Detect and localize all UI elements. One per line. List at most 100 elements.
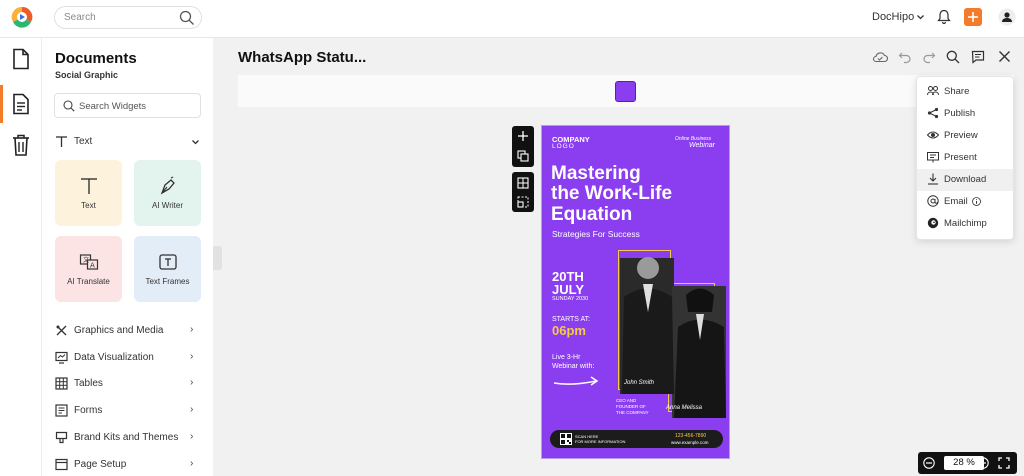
undo-icon[interactable] <box>898 50 912 64</box>
resize-icon[interactable] <box>517 196 529 208</box>
search-input[interactable]: Search <box>54 6 202 29</box>
chevron-right-icon[interactable]: › <box>190 377 193 388</box>
add-page-icon[interactable] <box>517 130 529 142</box>
menu-label: Present <box>944 152 977 163</box>
panel-collapse-handle[interactable] <box>213 246 222 270</box>
text-icon <box>81 178 97 194</box>
share-menu: Share Publish Preview Present Download E… <box>916 76 1014 240</box>
form-icon <box>55 404 68 417</box>
poster-logo: LOGO <box>552 143 575 150</box>
workspace-name[interactable]: DocHipo <box>872 11 914 23</box>
zoom-control: 28 % <box>918 452 1017 474</box>
tile-label: AI Translate <box>67 277 110 286</box>
eye-icon <box>927 131 939 139</box>
speaker-name-2: Anna Melissa <box>666 405 703 411</box>
section-label: Graphics and Media <box>74 325 164 336</box>
chevron-right-icon[interactable]: › <box>190 351 193 362</box>
menu-item-mailchimp[interactable]: Mailchimp <box>917 213 1013 235</box>
poster-site: www.example.com <box>671 440 709 445</box>
speaker-name-1: John Smith <box>624 380 655 386</box>
mailchimp-icon <box>927 217 939 229</box>
poster-starts-label: STARTS AT: <box>552 316 591 323</box>
fullscreen-icon[interactable] <box>998 457 1010 469</box>
zoom-out-icon[interactable] <box>923 457 935 469</box>
download-icon <box>928 173 938 185</box>
table-icon <box>55 377 68 390</box>
tile-text[interactable]: Text <box>55 160 122 226</box>
menu-item-email[interactable]: Email <box>917 191 1013 213</box>
top-bar: Search DocHipo <box>0 0 1024 38</box>
menu-item-publish[interactable]: Publish <box>917 103 1013 125</box>
dochipo-logo-icon[interactable] <box>11 6 33 28</box>
duplicate-page-icon[interactable] <box>517 150 529 162</box>
grid-icon[interactable] <box>517 177 529 189</box>
user-avatar-icon[interactable] <box>998 8 1016 26</box>
pen-nib-icon <box>160 176 175 195</box>
close-icon[interactable] <box>998 50 1011 63</box>
arrow-right-icon <box>553 376 599 386</box>
widget-search-placeholder: Search Widgets <box>79 101 147 112</box>
tile-label: Text Frames <box>145 277 190 286</box>
redo-icon[interactable] <box>922 50 936 64</box>
info-icon[interactable] <box>972 197 981 206</box>
poster-phone: 123-456-7890 <box>675 433 707 439</box>
menu-item-present[interactable]: Present <box>917 147 1013 169</box>
menu-item-preview[interactable]: Preview <box>917 125 1013 147</box>
bell-icon[interactable] <box>937 9 951 25</box>
menu-label: Preview <box>944 130 978 141</box>
search-icon[interactable] <box>946 50 960 64</box>
menu-item-share[interactable]: Share <box>917 81 1013 103</box>
document-title[interactable]: WhatsApp Statu... <box>238 49 366 66</box>
tile-ai-translate[interactable]: 文A AI Translate <box>55 236 122 302</box>
poster-footer-bar: SCAN HERE FOR MORE INFORMATION 123-456-7… <box>550 430 723 448</box>
left-rail <box>0 38 42 476</box>
section-label: Page Setup <box>74 459 127 470</box>
share-icon <box>927 86 939 96</box>
translate-icon: 文A <box>79 254 99 270</box>
zoom-in-icon[interactable] <box>977 457 989 469</box>
zoom-unit: % <box>966 457 975 468</box>
plus-icon <box>968 12 978 22</box>
poster-role-2: FOUNDER OF <box>616 404 646 409</box>
poster-scan-2: FOR MORE INFORMATION <box>575 439 626 444</box>
menu-item-download[interactable]: Download <box>917 169 1013 191</box>
comment-icon[interactable] <box>971 50 985 64</box>
canvas-page[interactable]: COMPANY LOGO Online Business Webinar Mas… <box>541 125 730 459</box>
chevron-right-icon[interactable]: › <box>190 458 193 469</box>
menu-label: Email <box>944 196 968 207</box>
search-icon <box>63 100 75 112</box>
svg-text:A: A <box>90 262 95 270</box>
publish-icon <box>927 107 939 119</box>
chevron-down-icon[interactable] <box>191 138 200 147</box>
tile-label: AI Writer <box>152 201 183 210</box>
widget-search-input[interactable]: Search Widgets <box>54 93 201 118</box>
cloud-save-icon[interactable] <box>872 50 888 64</box>
document-icon[interactable] <box>11 48 31 70</box>
poster-date-2: JULY <box>552 282 585 297</box>
menu-label: Share <box>944 86 970 97</box>
text-frame-icon <box>159 254 177 270</box>
zoom-number: 28 <box>953 457 964 468</box>
tile-text-frames[interactable]: Text Frames <box>134 236 201 302</box>
trash-icon[interactable] <box>11 134 31 156</box>
page-icon[interactable] <box>11 93 31 115</box>
text-section-label: Text <box>74 136 93 147</box>
poster-role-3: THE COMPANY <box>616 410 649 415</box>
chevron-right-icon[interactable]: › <box>190 404 193 415</box>
panel-title: Documents <box>55 50 137 67</box>
present-icon <box>927 152 939 163</box>
search-icon[interactable] <box>179 10 195 26</box>
background-color-swatch[interactable] <box>615 81 636 102</box>
create-new-button[interactable] <box>964 8 982 26</box>
chevron-right-icon[interactable]: › <box>190 324 193 335</box>
chevron-down-icon[interactable] <box>916 13 925 22</box>
section-label: Forms <box>74 405 103 416</box>
poster-headline-3: Equation <box>551 204 633 225</box>
speakers-photo <box>620 257 726 418</box>
tile-ai-writer[interactable]: AI Writer <box>134 160 201 226</box>
poster-webinar: Webinar <box>689 142 715 149</box>
poster-date-sub: SUNDAY 2030 <box>552 296 589 302</box>
panel-subtitle: Social Graphic <box>55 70 119 80</box>
chevron-right-icon[interactable]: › <box>190 431 193 442</box>
search-placeholder: Search <box>64 12 96 23</box>
